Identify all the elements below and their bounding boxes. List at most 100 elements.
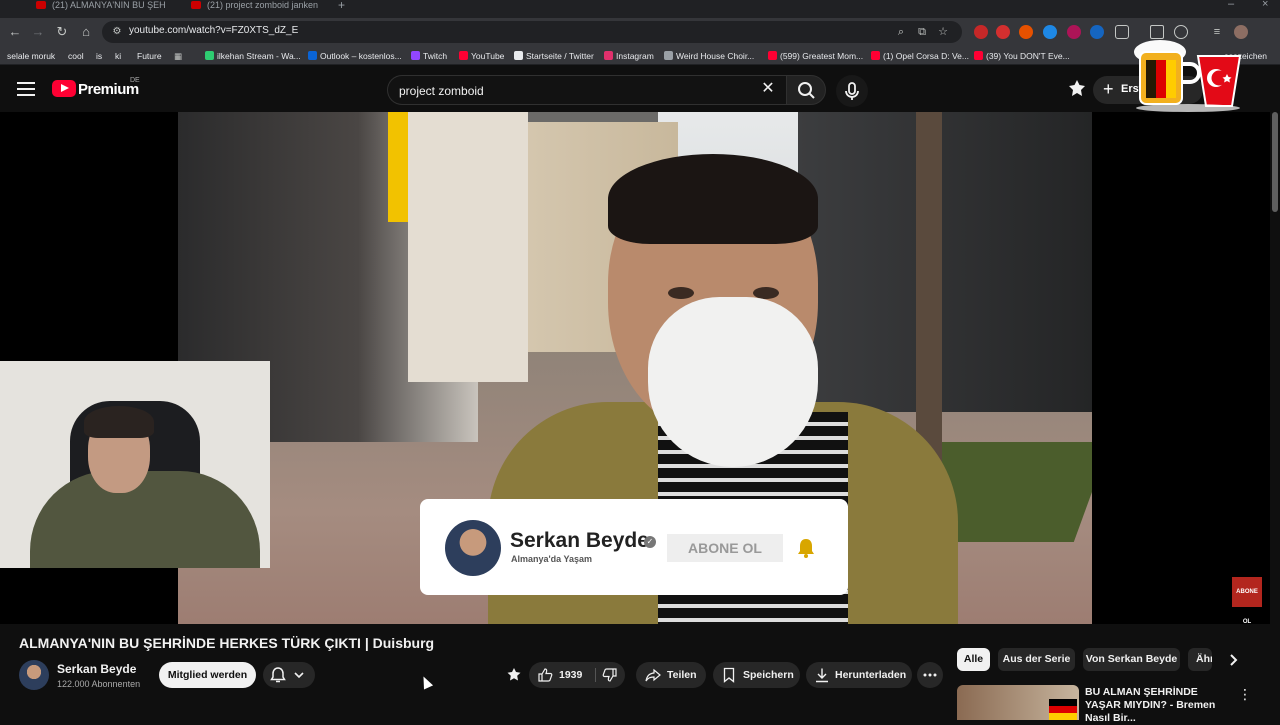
bookmark-item[interactable]: selale moruk <box>7 49 55 63</box>
download-button[interactable]: Herunterladen <box>806 662 912 688</box>
bookmark-favicon-icon <box>514 51 523 60</box>
bookmarks-bar: selale moruk cool is ki Future ▦ ilkehan… <box>0 46 1280 65</box>
extension-icon[interactable] <box>974 25 988 39</box>
chip-channel[interactable]: Von Serkan Beyde <box>1083 648 1180 671</box>
like-count: 1939 <box>559 669 583 681</box>
bookmark-item[interactable]: (1) Opel Corsa D: Ve... <box>871 49 969 63</box>
site-info-icon[interactable]: ⚙ <box>110 25 124 39</box>
recommendation-thumbnail[interactable] <box>957 685 1079 720</box>
bookmark-item[interactable]: ki <box>115 49 121 63</box>
bookmark-star-icon[interactable]: ☆ <box>936 25 950 39</box>
forward-icon[interactable]: → <box>28 22 48 42</box>
bookmark-favicon-icon <box>604 51 613 60</box>
bookmark-icon <box>723 667 735 683</box>
plus-icon: + <box>1103 79 1114 99</box>
video-building <box>408 112 528 382</box>
close-window-icon[interactable]: × <box>1262 0 1268 10</box>
more-actions-button[interactable] <box>917 662 943 688</box>
search-input[interactable]: project zomboid <box>387 75 786 105</box>
bell-icon <box>270 667 304 683</box>
bookmark-label: Outlook – kostenlos... <box>320 51 402 61</box>
bookmark-favicon-icon <box>768 51 777 60</box>
chip-similar[interactable]: Ähnl <box>1188 648 1212 671</box>
overlay-channel-avatar <box>445 520 501 576</box>
bookmark-favicon-icon <box>459 51 468 60</box>
bookmark-item[interactable]: Outlook – kostenlos... <box>308 49 402 63</box>
bookmark-item[interactable]: Future <box>137 49 162 63</box>
reload-icon[interactable]: ↻ <box>52 22 72 42</box>
channel-name[interactable]: Serkan Beyde <box>57 662 136 676</box>
overlay-bell-icon <box>798 539 814 558</box>
voice-search-button[interactable] <box>836 75 868 107</box>
extension-icon[interactable] <box>1067 25 1081 39</box>
overlay-channel-subtitle: Almanya'da Yaşam <box>511 554 593 564</box>
back-icon[interactable]: ← <box>5 22 25 42</box>
new-tab-icon[interactable]: + <box>338 0 345 12</box>
like-button[interactable]: 1939 <box>529 662 595 688</box>
dislike-button[interactable] <box>596 662 625 688</box>
home-icon[interactable]: ⌂ <box>76 22 96 42</box>
browser-tab-label: (21) project zomboid janken <box>207 0 319 10</box>
bookmark-item[interactable]: Startseite / Twitter <box>514 49 594 63</box>
bookmark-item[interactable]: is <box>96 49 102 63</box>
join-button[interactable]: Mitglied werden <box>159 662 256 688</box>
bookmark-item[interactable]: (39) You DON'T Eve... <box>974 49 1070 63</box>
youtube-logo-icon[interactable] <box>52 80 76 97</box>
bookmark-item[interactable]: Twitch <box>411 49 447 63</box>
extension-icon[interactable] <box>1019 25 1033 39</box>
extension-icon[interactable] <box>1090 25 1104 39</box>
extension-icon[interactable] <box>1043 25 1057 39</box>
browser-tab-label: (21) ALMANYA'NIN BU ŞEH <box>52 0 166 10</box>
install-icon[interactable]: ⧉ <box>915 25 929 39</box>
bookmark-item[interactable]: YouTube <box>459 49 504 63</box>
bookmark-label: Future <box>137 51 162 61</box>
bookmark-favicon-icon <box>974 51 983 60</box>
youtube-favicon-icon <box>36 1 46 9</box>
search-button[interactable] <box>786 75 826 105</box>
microphone-icon <box>845 82 859 100</box>
scrollbar-thumb[interactable] <box>1272 112 1278 212</box>
search-query-text: project zomboid <box>399 84 484 98</box>
zoom-icon[interactable]: ⌕ <box>894 25 908 39</box>
page-scrollbar[interactable] <box>1270 112 1280 720</box>
notifications-button[interactable] <box>263 662 315 688</box>
bookmark-item[interactable]: ilkehan Stream - Wa... <box>205 49 301 63</box>
channel-avatar[interactable] <box>19 660 49 690</box>
recommendation-title[interactable]: BU ALMAN ŞEHRİNDE YAŞAR MIYDIN? - Bremen… <box>1085 686 1235 725</box>
minimize-icon[interactable]: – <box>1228 0 1234 10</box>
more-vertical-icon[interactable]: ⋮ <box>1238 686 1252 703</box>
chip-all[interactable]: Alle <box>957 648 990 671</box>
video-player[interactable]: Serkan Beyde ✓ Almanya'da Yaşam ABONE OL… <box>0 112 1280 625</box>
youtube-header: Premium DE project zomboid ✕ + Erst <box>0 66 1280 112</box>
video-frame[interactable]: Serkan Beyde ✓ Almanya'da Yaşam ABONE OL <box>178 112 1092 624</box>
subscribe-watermark[interactable]: ABONE OL <box>1232 577 1262 625</box>
extensions-puzzle-icon[interactable] <box>1115 25 1129 39</box>
extension-icon[interactable] <box>996 25 1010 39</box>
save-button[interactable]: Speichern <box>713 662 800 688</box>
browser-tab-search[interactable]: (21) project zomboid janken <box>185 0 335 14</box>
clip-star-icon <box>507 668 521 681</box>
clip-icon[interactable] <box>1066 78 1088 100</box>
clear-search-icon[interactable]: ✕ <box>758 80 778 98</box>
bookmark-label: YouTube <box>471 51 505 61</box>
bookmark-item[interactable]: cool <box>68 49 84 63</box>
url-text: youtube.com/watch?v=FZ0XTS_dZ_E <box>129 25 299 36</box>
clip-button[interactable] <box>503 662 525 688</box>
webcam-person-hair <box>84 406 154 438</box>
mouse-cursor-icon <box>418 674 434 690</box>
more-horizontal-icon <box>923 673 937 677</box>
address-bar[interactable]: ⚙ youtube.com/watch?v=FZ0XTS_dZ_E ⌕ ⧉ ☆ <box>102 21 962 43</box>
apps-grid-icon[interactable]: ▦ <box>174 49 182 63</box>
menu-icon[interactable] <box>17 82 35 96</box>
video-person-hair <box>608 154 818 244</box>
bookmark-item[interactable]: (599) Greatest Mom... <box>768 49 863 63</box>
bookmark-item[interactable]: Weird House Choir... <box>664 49 754 63</box>
browser-tab-video[interactable]: (21) ALMANYA'NIN BU ŞEH <box>30 0 180 14</box>
thumbnail-flag <box>1049 699 1077 720</box>
share-button[interactable]: Teilen <box>636 662 706 688</box>
download-label: Herunterladen <box>835 669 907 681</box>
chip-series[interactable]: Aus der Serie <box>998 648 1075 671</box>
bookmark-favicon-icon <box>411 51 420 60</box>
bookmark-item[interactable]: Instagram <box>604 49 654 63</box>
chips-next-button[interactable] <box>1224 650 1244 670</box>
